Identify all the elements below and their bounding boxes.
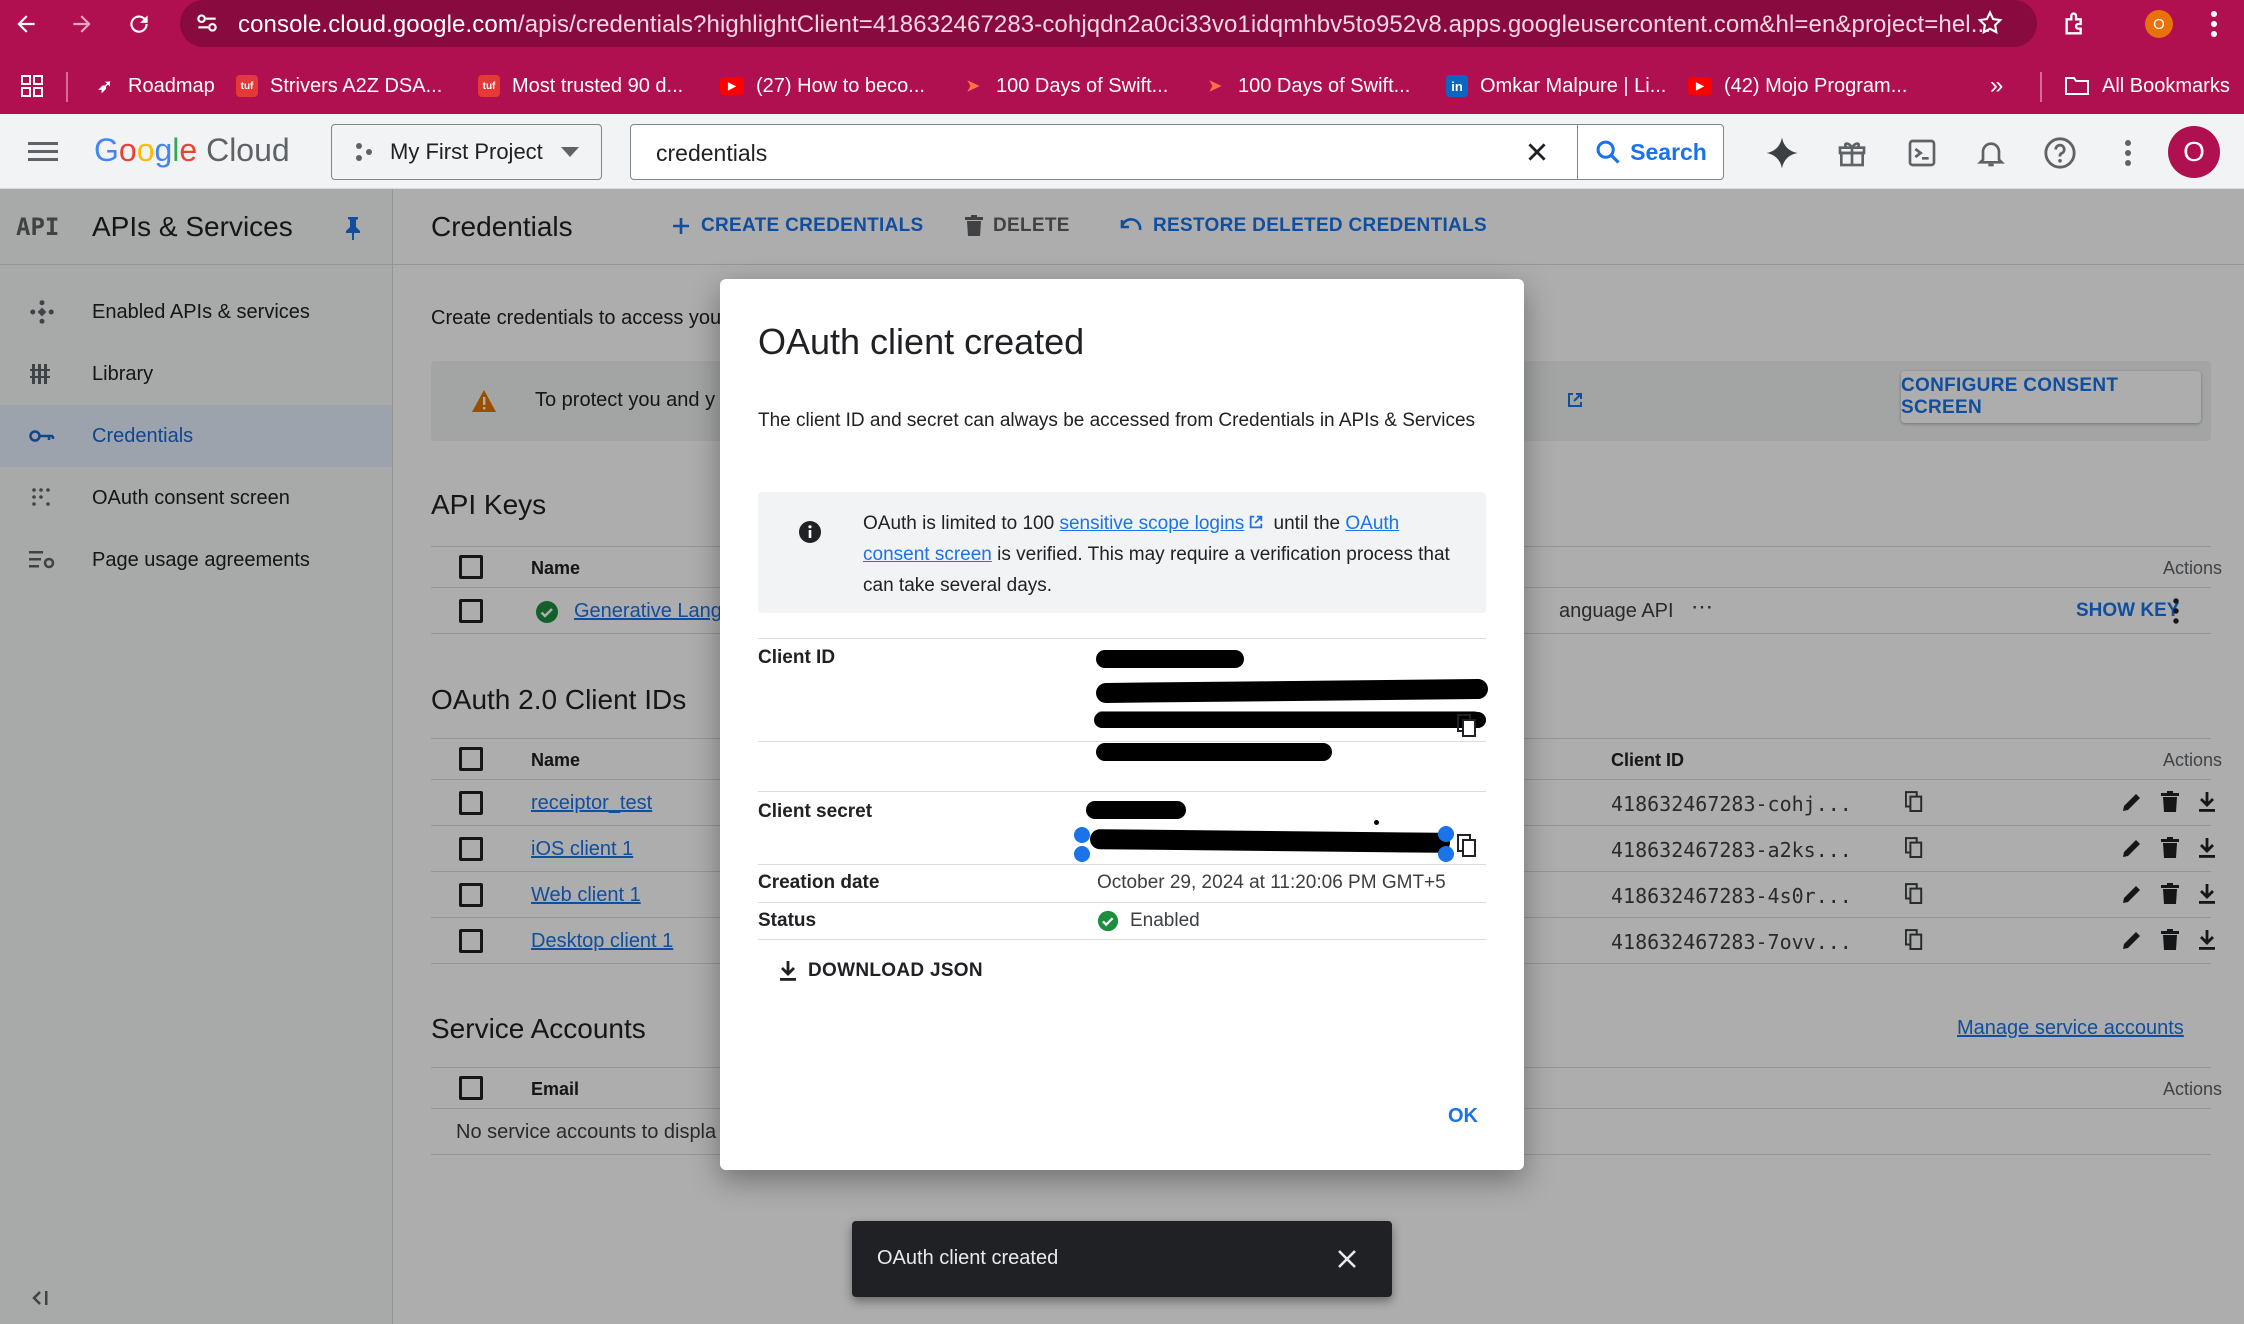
google-cloud-logo[interactable]: Google Cloud	[94, 132, 290, 169]
all-bookmarks-label: All Bookmarks	[2102, 74, 2230, 97]
oauth-created-dialog: OAuth client created The client ID and s…	[720, 279, 1524, 1170]
dialog-title: OAuth client created	[758, 321, 1085, 362]
youtube-icon: ▶	[1688, 77, 1712, 95]
client-secret-label: Client secret	[758, 801, 873, 822]
note-text: OAuth is limited to 100 sensitive scope …	[863, 508, 1463, 601]
dropdown-arrow-icon	[561, 147, 579, 157]
bookmark-star-icon[interactable]	[1976, 9, 2004, 37]
account-avatar[interactable]: O	[2168, 126, 2220, 178]
download-json-button[interactable]: DOWNLOAD JSON	[778, 954, 983, 988]
gemini-sparkle-icon[interactable]	[1764, 135, 1800, 171]
search-box[interactable]: credentials Search	[630, 124, 1724, 180]
sensitive-scope-link[interactable]: sensitive scope logins	[1059, 513, 1244, 534]
note-pre: OAuth is limited to 100	[863, 513, 1060, 534]
bookmark-linkedin[interactable]: in Omkar Malpure | Li...	[1446, 70, 1666, 102]
creation-date-value: October 29, 2024 at 11:20:06 PM GMT+5	[1097, 872, 1446, 893]
browser-chrome: console.cloud.google.com/apis/credential…	[0, 0, 2244, 114]
tuf-icon: tuf	[236, 75, 258, 97]
apps-grid-icon[interactable]	[20, 70, 44, 102]
bookmark-mojo[interactable]: ▶ (42) Mojo Program...	[1688, 70, 1907, 102]
bookmark-label: Strivers A2Z DSA...	[270, 74, 443, 97]
client-id-label: Client ID	[758, 647, 836, 668]
snackbar-text: OAuth client created	[877, 1247, 1059, 1269]
download-icon	[780, 961, 796, 981]
address-bar[interactable]: console.cloud.google.com/apis/credential…	[180, 0, 2037, 47]
reload-icon[interactable]	[121, 6, 157, 42]
cloud-shell-icon[interactable]	[1904, 135, 1940, 171]
clear-search-icon[interactable]	[1524, 139, 1550, 165]
logo-google: Google	[94, 132, 198, 168]
bookmark-strivers[interactable]: tuf Strivers A2Z DSA...	[236, 70, 442, 102]
bookmark-swift-1[interactable]: ➤ 100 Days of Swift...	[962, 70, 1168, 102]
bookmark-swift-2[interactable]: ➤ 100 Days of Swift...	[1204, 70, 1410, 102]
chrome-menu-icon[interactable]	[2196, 6, 2232, 42]
rocket-icon: ➶	[97, 75, 113, 96]
gift-icon[interactable]	[1834, 135, 1870, 171]
project-name: My First Project	[390, 139, 543, 164]
profile-initial: O	[2145, 10, 2173, 38]
project-picker[interactable]: My First Project	[331, 124, 602, 180]
external-link-icon	[1250, 515, 1263, 529]
snackbar: OAuth client created	[852, 1221, 1392, 1297]
search-button-label: Search	[1630, 138, 1707, 165]
enabled-check-icon	[1097, 910, 1119, 932]
extensions-icon[interactable]	[2058, 6, 2094, 42]
search-button[interactable]: Search	[1577, 125, 1723, 179]
url-path: /apis/credentials?highlightClient=418632…	[517, 11, 1991, 38]
profile-avatar[interactable]: O	[2141, 6, 2177, 42]
logo-cloud: Cloud	[197, 132, 290, 168]
bookmark-roadmap[interactable]: ➶ Roadmap	[94, 70, 215, 102]
creation-date-label: Creation date	[758, 872, 880, 893]
url-text: console.cloud.google.com/apis/credential…	[238, 11, 1991, 39]
swift-icon: ➤	[1208, 78, 1222, 95]
back-arrow-icon[interactable]	[8, 6, 44, 42]
gcp-header: Google Cloud My First Project credential…	[0, 114, 2244, 189]
project-hub-icon	[356, 143, 372, 161]
notifications-bell-icon[interactable]	[1973, 135, 2009, 171]
download-json-label: DOWNLOAD JSON	[808, 960, 983, 981]
bookmark-label: (42) Mojo Program...	[1724, 74, 1908, 97]
oauth-limit-note: OAuth is limited to 100 sensitive scope …	[758, 492, 1486, 613]
more-bookmarks-icon[interactable]: »	[1990, 70, 2003, 102]
search-input[interactable]: credentials	[656, 140, 767, 167]
help-icon[interactable]	[2042, 135, 2078, 171]
folder-icon	[2065, 77, 2089, 95]
tuf-icon: tuf	[478, 75, 500, 97]
status-label: Status	[758, 910, 817, 931]
forward-arrow-icon[interactable]	[64, 6, 100, 42]
bookmark-label: (27) How to beco...	[756, 74, 925, 97]
url-domain: console.cloud.google.com	[238, 11, 518, 38]
status-value: Enabled	[1130, 910, 1200, 931]
site-info-icon[interactable]	[194, 10, 220, 36]
bookmark-label: Omkar Malpure | Li...	[1480, 74, 1667, 97]
close-icon[interactable]	[1336, 1248, 1358, 1270]
bookmark-label: 100 Days of Swift...	[1238, 74, 1411, 97]
bookmark-label: 100 Days of Swift...	[996, 74, 1169, 97]
note-mid: until the	[1268, 513, 1346, 534]
all-bookmarks[interactable]: All Bookmarks	[2064, 70, 2230, 102]
youtube-icon: ▶	[720, 77, 744, 95]
info-icon	[799, 521, 821, 543]
linkedin-icon: in	[1446, 75, 1468, 97]
bookmark-youtube-27[interactable]: ▶ (27) How to beco...	[720, 70, 925, 102]
dialog-description: The client ID and secret can always be a…	[758, 410, 1476, 431]
bookmark-label: Most trusted 90 d...	[512, 74, 684, 97]
hamburger-menu-icon[interactable]	[28, 138, 60, 166]
search-icon	[1596, 140, 1620, 164]
copy-client-secret-icon[interactable]	[1457, 834, 1477, 858]
bookmark-label: Roadmap	[128, 74, 215, 97]
more-options-icon[interactable]	[2110, 135, 2146, 171]
swift-icon: ➤	[966, 78, 980, 95]
copy-client-id-icon[interactable]	[1457, 714, 1477, 738]
bookmark-most-trusted[interactable]: tuf Most trusted 90 d...	[478, 70, 683, 102]
ok-button[interactable]: OK	[1448, 1105, 1478, 1128]
